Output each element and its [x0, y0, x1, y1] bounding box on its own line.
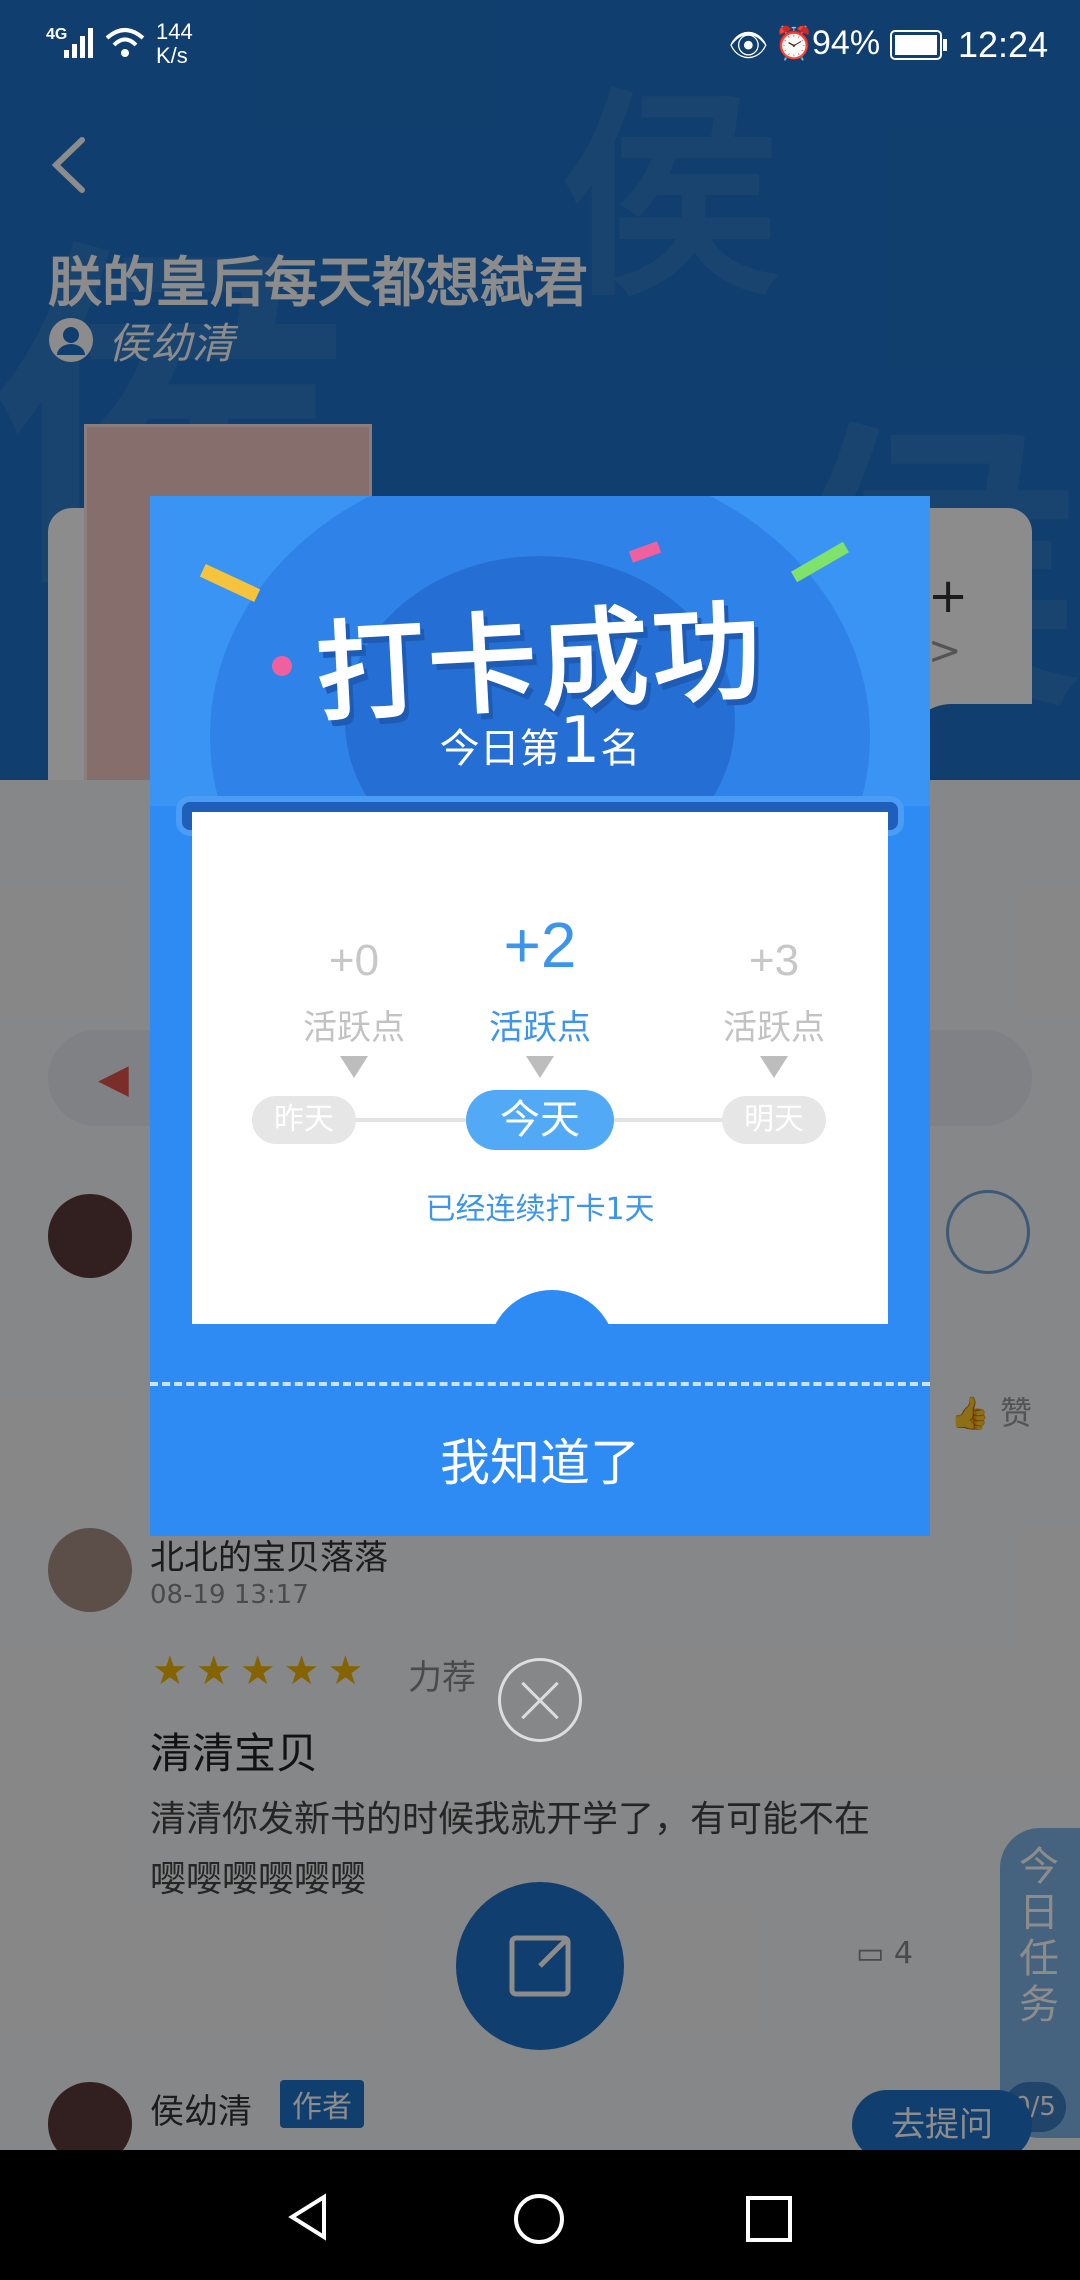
- day-tomorrow: 明天: [722, 1096, 826, 1144]
- pointer-triangle: [760, 1056, 788, 1078]
- rank-text: 今日第1名: [150, 704, 930, 778]
- home-nav-icon[interactable]: [512, 2192, 566, 2246]
- status-bar: 4G 144 K/s 👁 ⏰ 94% 12:24: [0, 0, 1080, 92]
- rank-number: 1: [559, 704, 601, 778]
- points-label-yesterday: 活跃点: [303, 1008, 405, 1048]
- pointer-triangle: [526, 1056, 554, 1078]
- speed-unit: K/s: [156, 43, 188, 68]
- battery-icon: [890, 30, 947, 60]
- rank-suffix: 名: [600, 726, 641, 772]
- recents-nav-icon[interactable]: [744, 2194, 794, 2244]
- speed-value: 144: [156, 19, 193, 44]
- signal-icon: [64, 28, 93, 58]
- day-yesterday: 昨天: [252, 1096, 356, 1144]
- pointer-triangle: [340, 1056, 368, 1078]
- points-label-tomorrow: 活跃点: [723, 1008, 825, 1048]
- confirm-button[interactable]: 我知道了: [150, 1388, 930, 1536]
- network-speed: 144 K/s: [156, 20, 193, 68]
- points-tomorrow: +3: [748, 936, 800, 985]
- points-label-today: 活跃点: [489, 1008, 591, 1048]
- checkin-success-modal: 打卡成功 今日第1名 +0 +2 +3 活跃点 活跃点 活跃点 昨天 今天 明天…: [150, 496, 930, 1536]
- battery-percent: 94%: [812, 24, 881, 62]
- back-nav-icon[interactable]: [284, 2192, 334, 2242]
- alarm-icon: ⏰: [774, 25, 814, 61]
- points-yesterday: +0: [328, 936, 380, 985]
- close-icon[interactable]: [498, 1658, 582, 1742]
- day-today: 今天: [466, 1090, 614, 1150]
- streak-text: 已经连续打卡1天: [425, 1192, 655, 1227]
- dashed-divider: [150, 1382, 930, 1386]
- wifi-icon: [105, 28, 145, 57]
- clock: 12:24: [958, 24, 1049, 65]
- points-today: +2: [503, 909, 577, 981]
- eye-icon: 👁: [728, 27, 769, 63]
- rank-prefix: 今日第: [439, 726, 560, 772]
- system-nav-bar: [0, 2150, 1080, 2280]
